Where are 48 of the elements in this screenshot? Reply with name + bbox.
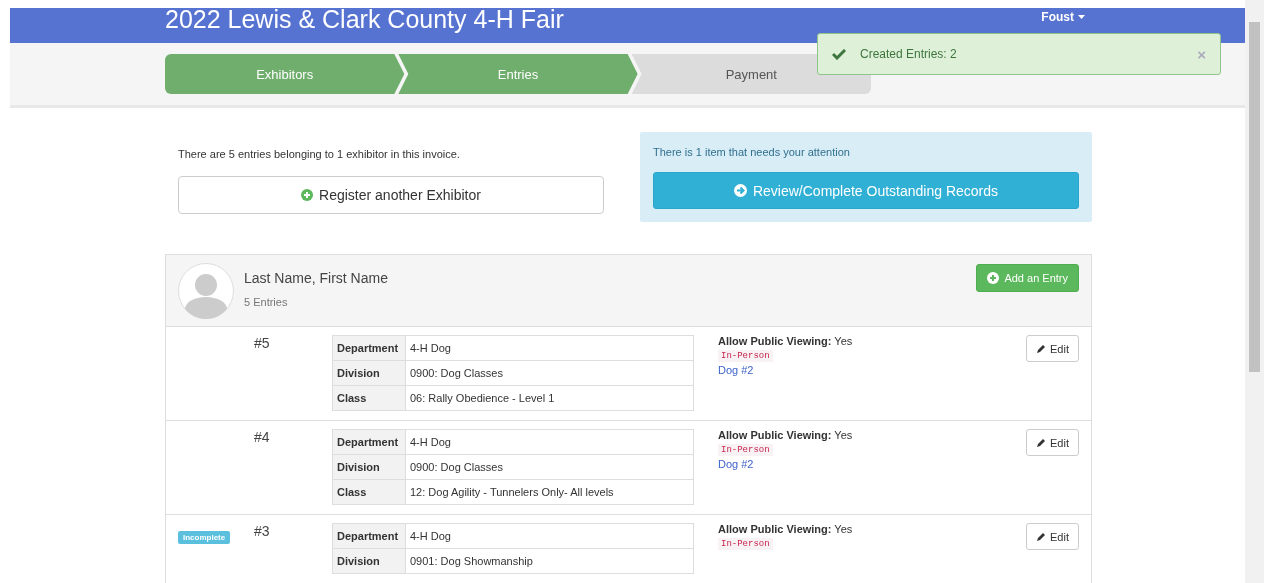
pencil-icon — [1036, 437, 1047, 448]
attendance-tag: In-Person — [718, 538, 773, 550]
register-exhibitor-button[interactable]: Register another Exhibitor — [178, 176, 604, 214]
status-badge: Incomplete — [178, 531, 231, 544]
public-viewing-text: Allow Public Viewing: Yes — [718, 429, 854, 441]
plus-circle-icon — [987, 272, 1000, 284]
entry-number: #5 — [254, 335, 271, 353]
edit-button[interactable]: Edit — [1026, 429, 1079, 456]
edit-button[interactable]: Edit — [1026, 335, 1079, 362]
field-label: Class — [332, 479, 406, 505]
public-viewing-text: Allow Public Viewing: Yes — [718, 523, 854, 535]
attendance-tag: In-Person — [718, 444, 773, 456]
field-value: 4-H Dog — [405, 335, 694, 361]
field-value: 4-H Dog — [405, 429, 694, 455]
edit-button[interactable]: Edit — [1026, 523, 1079, 550]
field-label: Department — [332, 335, 406, 361]
entry-number: #4 — [254, 429, 271, 447]
public-viewing-text: Allow Public Viewing: Yes — [718, 335, 854, 347]
entry-number: #3 — [254, 523, 271, 541]
field-label: Department — [332, 429, 406, 455]
check-icon — [832, 48, 846, 60]
user-menu[interactable]: Foust — [1041, 10, 1085, 24]
arrow-circle-icon — [733, 184, 747, 197]
attention-message: There is 1 item that needs your attention — [653, 146, 851, 158]
entry-count: 5 Entries — [244, 296, 289, 308]
scrollbar-thumb[interactable] — [1249, 22, 1260, 372]
plus-circle-icon — [301, 189, 314, 201]
avatar-icon — [178, 263, 234, 319]
field-label: Class — [332, 385, 406, 411]
animal-link[interactable]: Dog #2 — [718, 458, 754, 470]
invoice-summary: There are 5 entries belonging to 1 exhibitor in this invoice. — [178, 148, 461, 160]
field-label: Division — [332, 360, 406, 386]
field-label: Division — [332, 454, 406, 480]
pencil-icon — [1036, 531, 1047, 542]
field-label: Division — [332, 548, 406, 574]
exhibitor-name: Last Name, First Name — [244, 270, 389, 286]
field-value: 0900: Dog Classes — [405, 360, 694, 386]
field-value: 0900: Dog Classes — [405, 454, 694, 480]
caret-icon — [1078, 15, 1085, 19]
field-value: 0901: Dog Showmanship — [405, 548, 694, 574]
field-value: 4-H Dog — [405, 523, 694, 549]
field-label: Department — [332, 523, 406, 549]
pencil-icon — [1036, 343, 1047, 354]
field-value: 12: Dog Agility - Tunnelers Only- All levels — [405, 479, 694, 505]
animal-link[interactable]: Dog #2 — [718, 364, 754, 376]
fair-title: 2022 Lewis & Clark County 4-H Fair — [165, 5, 565, 34]
field-value: 06: Rally Obedience - Level 1 — [405, 385, 694, 411]
attendance-tag: In-Person — [718, 350, 773, 362]
